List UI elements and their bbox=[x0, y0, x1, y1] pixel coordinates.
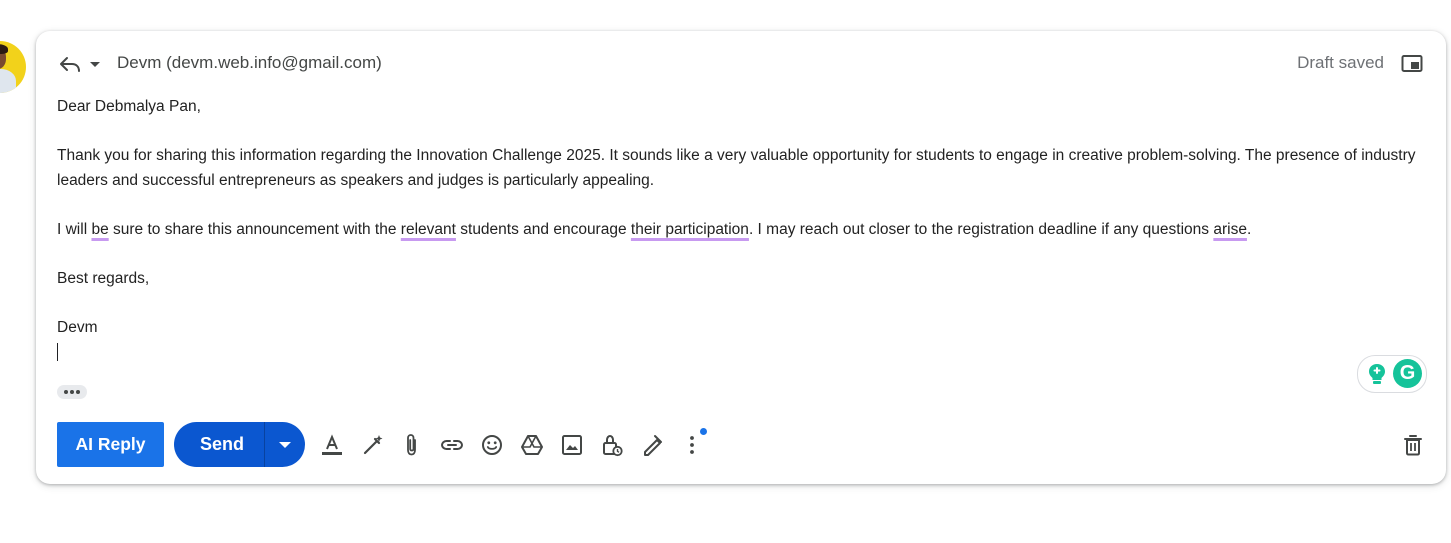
trash-icon[interactable] bbox=[1400, 432, 1426, 458]
text-segment: . bbox=[1246, 220, 1252, 238]
reply-icon[interactable] bbox=[58, 53, 82, 75]
insert-signature-icon[interactable] bbox=[639, 432, 665, 458]
signature: Devm bbox=[57, 318, 98, 336]
dot bbox=[70, 390, 74, 394]
notification-dot bbox=[700, 428, 707, 435]
recipient-address[interactable]: Devm (devm.web.info@gmail.com) bbox=[117, 53, 382, 73]
paragraph-2: I will be sure to share this announcemen… bbox=[57, 218, 1432, 243]
text-segment: students and encourage bbox=[455, 220, 631, 238]
lightbulb-icon[interactable] bbox=[1364, 361, 1390, 387]
grammar-suggestion[interactable]: their participation bbox=[631, 221, 749, 238]
message-body[interactable]: Dear Debmalya Pan, Thank you for sharing… bbox=[57, 95, 1432, 365]
avatar-hair bbox=[0, 44, 8, 54]
draft-saved-status: Draft saved bbox=[1297, 53, 1384, 72]
popout-icon[interactable] bbox=[1401, 54, 1423, 74]
text-segment: sure to share this announcement with the bbox=[108, 220, 401, 238]
closing: Best regards, bbox=[57, 269, 150, 287]
grammarly-logo[interactable]: G bbox=[1393, 359, 1422, 388]
ai-reply-button[interactable]: AI Reply bbox=[57, 422, 164, 467]
ai-write-icon[interactable] bbox=[360, 432, 386, 458]
insert-photo-icon[interactable] bbox=[559, 432, 585, 458]
grammar-suggestion[interactable]: relevant bbox=[401, 221, 456, 238]
caret-down-icon[interactable] bbox=[88, 57, 102, 71]
formatting-options-icon[interactable] bbox=[319, 432, 345, 458]
avatar-body bbox=[0, 69, 16, 93]
show-trimmed-content-button[interactable] bbox=[57, 385, 87, 399]
grammar-suggestion[interactable]: be bbox=[91, 221, 108, 238]
send-button[interactable]: Send bbox=[174, 422, 264, 467]
paragraph-1: Thank you for sharing this information r… bbox=[57, 147, 1416, 189]
insert-emoji-icon[interactable] bbox=[479, 432, 505, 458]
user-avatar[interactable] bbox=[0, 41, 26, 93]
greeting: Dear Debmalya Pan, bbox=[57, 98, 201, 115]
caret-down-icon bbox=[279, 442, 291, 448]
text-segment: I will bbox=[57, 220, 92, 238]
attach-file-icon[interactable] bbox=[399, 432, 425, 458]
insert-link-icon[interactable] bbox=[439, 432, 465, 458]
dot bbox=[64, 390, 68, 394]
compose-card: Devm (devm.web.info@gmail.com) Draft sav… bbox=[36, 31, 1446, 484]
send-options-button[interactable] bbox=[265, 422, 305, 467]
confidential-mode-icon[interactable] bbox=[599, 432, 625, 458]
text-cursor bbox=[57, 342, 58, 361]
text-segment: . I may reach out closer to the registra… bbox=[748, 220, 1214, 238]
grammarly-widget: G bbox=[1357, 355, 1427, 393]
dot bbox=[76, 390, 80, 394]
insert-drive-file-icon[interactable] bbox=[519, 432, 545, 458]
grammar-suggestion[interactable]: arise bbox=[1213, 221, 1247, 238]
send-button-group: Send bbox=[174, 422, 305, 467]
more-options-icon[interactable] bbox=[679, 432, 705, 458]
compose-header: Devm (devm.web.info@gmail.com) Draft sav… bbox=[36, 31, 1446, 95]
